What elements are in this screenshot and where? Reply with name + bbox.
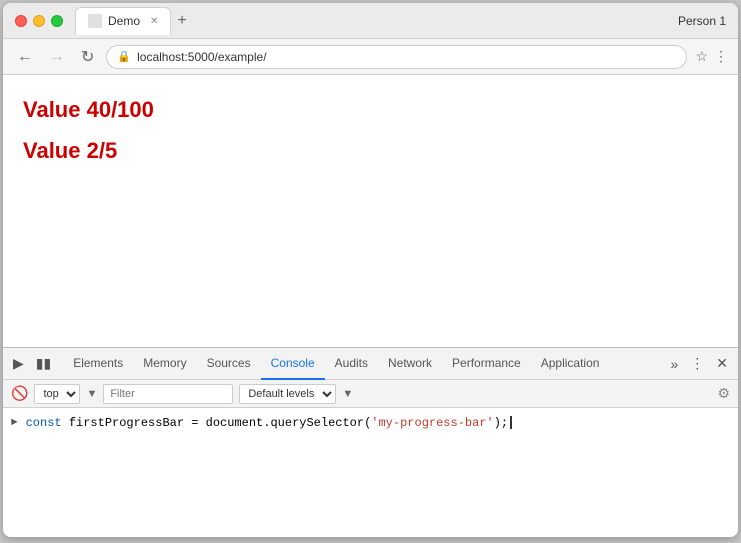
traffic-lights: [15, 15, 63, 27]
console-toolbar: 🚫 top ▼ Default levels ▼ ⚙: [3, 380, 738, 408]
inspect-element-button[interactable]: ▶: [9, 353, 28, 374]
cursor: [510, 416, 512, 429]
nav-bar: ← → ↻ 🔒 localhost:5000/example/ ☆ ⋮: [3, 39, 738, 75]
levels-arrow-icon: ▼: [342, 388, 353, 400]
clear-console-icon[interactable]: 🚫: [11, 385, 28, 402]
back-button[interactable]: ←: [13, 46, 37, 68]
close-button[interactable]: [15, 15, 27, 27]
tab-sources[interactable]: Sources: [197, 348, 261, 380]
tab-title: Demo: [108, 14, 140, 28]
lock-icon: 🔒: [117, 50, 131, 63]
devtools-panel: ▶ ▮▮ Elements Memory Sources Console Aud…: [3, 347, 738, 537]
settings-icon[interactable]: ⚙: [717, 385, 730, 402]
levels-selector[interactable]: Default levels: [239, 384, 336, 404]
console-line: ► const firstProgressBar = document.quer…: [3, 412, 738, 435]
title-bar: Demo ✕ + Person 1: [3, 3, 738, 39]
filter-input[interactable]: [103, 384, 233, 404]
refresh-button[interactable]: ↻: [77, 45, 98, 69]
address-bar[interactable]: 🔒 localhost:5000/example/: [106, 45, 687, 69]
browser-window: Demo ✕ + Person 1 ← → ↻ 🔒 localhost:5000…: [3, 3, 738, 537]
console-prompt-icon: ►: [11, 415, 18, 433]
devtools-menu-button[interactable]: ⋮: [686, 353, 708, 374]
console-content: ► const firstProgressBar = document.quer…: [3, 408, 738, 537]
tab-console[interactable]: Console: [261, 348, 325, 380]
tab-close-icon[interactable]: ✕: [150, 16, 158, 27]
forward-button[interactable]: →: [45, 46, 69, 68]
context-arrow-icon: ▼: [86, 388, 97, 400]
nav-right: ☆ ⋮: [695, 48, 728, 65]
tab-memory[interactable]: Memory: [133, 348, 196, 380]
browser-tab[interactable]: Demo ✕: [75, 7, 171, 35]
maximize-button[interactable]: [51, 15, 63, 27]
context-selector[interactable]: top: [34, 384, 80, 404]
new-tab-button[interactable]: +: [177, 12, 186, 30]
menu-button[interactable]: ⋮: [714, 48, 728, 65]
tab-favicon: [88, 14, 102, 28]
value2-text: Value 2/5: [23, 136, 718, 167]
tab-audits[interactable]: Audits: [325, 348, 378, 380]
tab-bar: Demo ✕ +: [75, 7, 678, 35]
console-code[interactable]: const firstProgressBar = document.queryS…: [26, 414, 513, 433]
user-label: Person 1: [678, 14, 726, 28]
more-tabs-button[interactable]: »: [666, 354, 682, 374]
tab-application[interactable]: Application: [531, 348, 610, 380]
tab-performance[interactable]: Performance: [442, 348, 531, 380]
device-toolbar-button[interactable]: ▮▮: [32, 353, 55, 374]
bookmark-button[interactable]: ☆: [695, 48, 708, 65]
devtools-tabbar: ▶ ▮▮ Elements Memory Sources Console Aud…: [3, 348, 738, 380]
value1-text: Value 40/100: [23, 95, 718, 126]
url-text: localhost:5000/example/: [137, 50, 266, 64]
close-devtools-button[interactable]: ✕: [712, 353, 732, 374]
minimize-button[interactable]: [33, 15, 45, 27]
tab-network[interactable]: Network: [378, 348, 442, 380]
tab-elements[interactable]: Elements: [63, 348, 133, 380]
devtools-toolbar-left: ▶ ▮▮: [9, 353, 55, 374]
page-content: Value 40/100 Value 2/5: [3, 75, 738, 347]
devtools-tabs-right: » ⋮ ✕: [666, 353, 732, 374]
